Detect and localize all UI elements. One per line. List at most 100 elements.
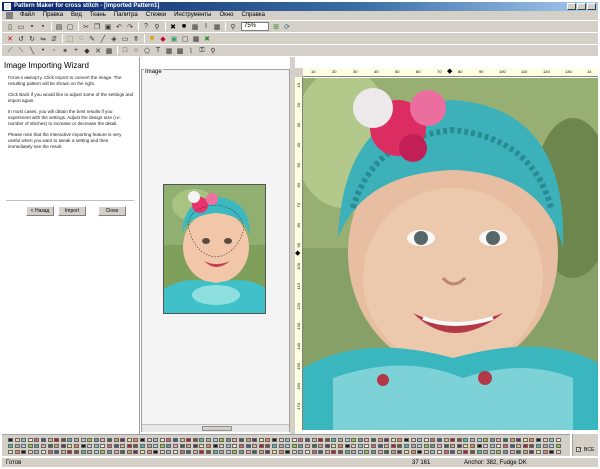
palette-swatch[interactable] bbox=[311, 438, 317, 442]
close-button[interactable] bbox=[587, 3, 596, 10]
palette-swatch[interactable] bbox=[60, 450, 66, 454]
palette-swatch[interactable] bbox=[272, 438, 277, 442]
palette-swatch[interactable] bbox=[27, 444, 33, 448]
palette-swatch[interactable] bbox=[430, 450, 436, 454]
palette-swatch[interactable] bbox=[225, 450, 231, 454]
palette-swatch[interactable] bbox=[364, 444, 370, 448]
palette-swatch[interactable] bbox=[87, 444, 93, 448]
palette-swatch[interactable] bbox=[404, 450, 409, 454]
palette-swatch[interactable] bbox=[371, 444, 376, 448]
palette-swatch[interactable] bbox=[186, 438, 192, 442]
palette-swatch[interactable] bbox=[456, 444, 462, 448]
palette-swatch[interactable] bbox=[60, 444, 66, 448]
palette-swatch[interactable] bbox=[239, 450, 244, 454]
palette-swatch[interactable] bbox=[285, 450, 291, 454]
palette-swatch[interactable] bbox=[8, 450, 13, 454]
paste-icon[interactable]: ▣ bbox=[103, 22, 113, 32]
palette-swatch[interactable] bbox=[252, 438, 258, 442]
thread-palette[interactable] bbox=[2, 434, 570, 456]
pencil-icon[interactable]: ✎ bbox=[87, 34, 97, 44]
palette-swatch[interactable] bbox=[258, 444, 264, 448]
palette-swatch[interactable] bbox=[34, 450, 40, 454]
palette-swatch[interactable] bbox=[344, 438, 350, 442]
palette-swatch[interactable] bbox=[463, 438, 469, 442]
palette-swatch[interactable] bbox=[159, 450, 165, 454]
palette-swatch[interactable] bbox=[219, 438, 225, 442]
ellipse-icon[interactable]: ○ bbox=[131, 46, 141, 56]
palette-swatch[interactable] bbox=[338, 450, 343, 454]
magic-icon[interactable]: ⚿ bbox=[197, 46, 207, 56]
palette-swatch[interactable] bbox=[509, 450, 515, 454]
menu-view[interactable]: Вид bbox=[67, 11, 86, 20]
palette-swatch[interactable] bbox=[470, 444, 475, 448]
palette-swatch[interactable] bbox=[417, 444, 423, 448]
french-knot-icon[interactable]: • bbox=[38, 46, 48, 56]
brush-icon[interactable]: ⌇ bbox=[186, 46, 196, 56]
palette-swatch[interactable] bbox=[212, 450, 218, 454]
palette-swatch[interactable] bbox=[390, 438, 396, 442]
palette-swatch[interactable] bbox=[140, 444, 145, 448]
palette-swatch[interactable] bbox=[496, 444, 502, 448]
hint-icon[interactable]: ⚲ bbox=[152, 22, 162, 32]
palette-swatch[interactable] bbox=[397, 444, 403, 448]
palette-swatch[interactable] bbox=[120, 444, 126, 448]
close-wizard-button[interactable]: Close bbox=[98, 206, 126, 216]
palette-swatch[interactable] bbox=[318, 444, 324, 448]
palette-swatch[interactable] bbox=[219, 450, 225, 454]
palette-swatch[interactable] bbox=[324, 450, 330, 454]
palette-swatch[interactable] bbox=[159, 444, 165, 448]
palette-swatch[interactable] bbox=[120, 438, 126, 442]
palette-swatch[interactable] bbox=[100, 444, 106, 448]
menu-fabric[interactable]: Ткань bbox=[86, 11, 110, 20]
palette-swatch[interactable] bbox=[489, 444, 495, 448]
palette-swatch[interactable] bbox=[67, 450, 73, 454]
print-icon[interactable]: ▤ bbox=[54, 22, 64, 32]
palette-swatch[interactable] bbox=[192, 438, 198, 442]
palette-swatch[interactable] bbox=[206, 438, 211, 442]
palette-swatch[interactable] bbox=[542, 450, 548, 454]
rectangle-icon[interactable]: □ bbox=[120, 46, 130, 56]
palette-swatch[interactable] bbox=[232, 450, 238, 454]
palette-swatch[interactable] bbox=[324, 444, 330, 448]
palette-swatch[interactable] bbox=[549, 450, 555, 454]
palette-swatch[interactable] bbox=[516, 444, 522, 448]
palette-swatch[interactable] bbox=[47, 444, 53, 448]
palette-swatch[interactable] bbox=[21, 444, 27, 448]
palette-swatch[interactable] bbox=[199, 438, 205, 442]
palette-swatch[interactable] bbox=[437, 450, 442, 454]
palette-swatch[interactable] bbox=[199, 444, 205, 448]
palette-swatch[interactable] bbox=[113, 444, 119, 448]
palette-swatch[interactable] bbox=[179, 450, 185, 454]
palette-swatch[interactable] bbox=[549, 438, 555, 442]
palette-swatch[interactable] bbox=[470, 438, 475, 442]
palette-swatch[interactable] bbox=[437, 444, 442, 448]
palette-swatch[interactable] bbox=[100, 438, 106, 442]
palette-swatch[interactable] bbox=[344, 450, 350, 454]
select-icon[interactable]: ⬚ bbox=[65, 34, 75, 44]
palette-swatch[interactable] bbox=[14, 444, 20, 448]
palette-swatch[interactable] bbox=[318, 450, 324, 454]
palette-swatch[interactable] bbox=[496, 450, 502, 454]
save-icon[interactable]: ▪ bbox=[27, 22, 37, 32]
palette-swatch[interactable] bbox=[41, 444, 46, 448]
palette-swatch[interactable] bbox=[390, 450, 396, 454]
palette-swatch[interactable] bbox=[483, 438, 489, 442]
cross-stitch-icon[interactable]: ✖ bbox=[168, 22, 178, 32]
bce-toggle[interactable]: ✓ BCE bbox=[572, 434, 598, 456]
palette-swatch[interactable] bbox=[555, 450, 561, 454]
eraser-icon[interactable]: ▭ bbox=[120, 34, 130, 44]
palette-swatch[interactable] bbox=[173, 438, 178, 442]
palette-swatch[interactable] bbox=[47, 450, 53, 454]
mirror-icon[interactable]: ⇵ bbox=[49, 34, 59, 44]
palette-swatch[interactable] bbox=[212, 438, 218, 442]
grid-small-icon[interactable]: ▦ bbox=[104, 46, 114, 56]
palette-swatch[interactable] bbox=[54, 450, 60, 454]
palette-swatch[interactable] bbox=[536, 450, 541, 454]
palette-swatch[interactable] bbox=[377, 450, 383, 454]
palette-swatch[interactable] bbox=[298, 444, 304, 448]
menu-tools[interactable]: Инструменты bbox=[170, 11, 215, 20]
palette-swatch[interactable] bbox=[252, 450, 258, 454]
palette-swatch[interactable] bbox=[166, 444, 172, 448]
palette-swatch[interactable] bbox=[331, 450, 337, 454]
palette-swatch[interactable] bbox=[60, 438, 66, 442]
